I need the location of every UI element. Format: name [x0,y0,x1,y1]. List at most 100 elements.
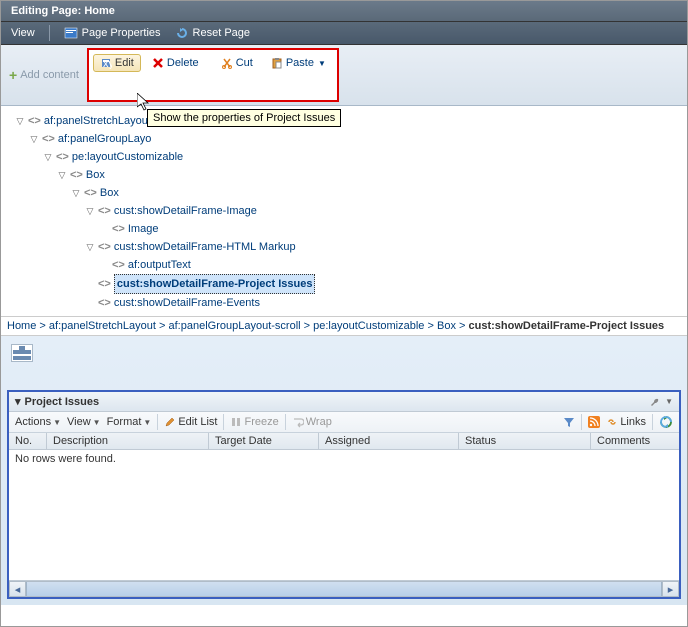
page-properties-button[interactable]: Page Properties [64,27,161,39]
refresh-icon[interactable] [659,415,673,429]
tag-icon: <> [98,238,111,256]
tree-node[interactable]: ▽<>Box [71,184,683,202]
tree-node-selected[interactable]: <>cust:showDetailFrame-Project Issues [85,274,683,294]
tree-node[interactable]: ▽<>af:panelGroupLayo [29,130,683,148]
separator [581,414,582,430]
paste-icon [271,57,283,69]
col-description[interactable]: Description [47,433,209,449]
wrap-button[interactable]: Wrap [292,416,332,428]
wrench-icon[interactable] [649,396,661,408]
reset-icon [175,27,189,39]
page-header: Editing Page: Home [1,1,687,22]
view-menu[interactable]: View [11,27,35,39]
tag-icon: <> [28,112,41,130]
horizontal-scrollbar[interactable]: ◂ ▸ [9,580,679,597]
edit-icon: xy [100,57,112,69]
expand-icon[interactable]: ▽ [71,184,81,202]
tag-icon: <> [84,184,97,202]
reset-page-button[interactable]: Reset Page [175,27,250,39]
expand-icon[interactable]: ▽ [85,238,95,256]
cut-icon [221,57,233,69]
properties-icon [64,27,78,39]
table-columns: No. Description Target Date Assigned Sta… [9,433,679,450]
separator [157,414,158,430]
link-icon [606,416,618,428]
paste-button[interactable]: Paste ▼ [264,54,333,72]
add-content-button[interactable]: + Add content [7,65,81,85]
breadcrumb-item[interactable]: af:panelGroupLayout-scroll [169,320,301,332]
col-no[interactable]: No. [9,433,47,449]
collapse-icon[interactable]: ▾ [15,395,21,408]
delete-icon [152,57,164,69]
actions-menu[interactable]: Actions▼ [15,416,61,428]
component-tree: ▽<>af:panelStretchLayout ▽<>af:panelGrou… [1,106,687,316]
tree-node[interactable]: ▽<>af:panelStretchLayout [15,112,683,130]
breadcrumb-item[interactable]: Box [437,320,456,332]
breadcrumb-item[interactable]: Home [7,320,36,332]
delete-button[interactable]: Delete [145,54,206,72]
tooltip: Show the properties of Project Issues [147,109,341,127]
tag-icon: <> [56,148,69,166]
expand-icon[interactable]: ▽ [29,130,39,148]
page-title: Editing Page: Home [11,5,115,17]
separator [223,414,224,430]
menubar: View Page Properties Reset Page [1,22,687,45]
freeze-icon [230,416,242,428]
tree-node[interactable]: ▽<>cust:showDetailFrame-HTML Markup [85,238,683,256]
plus-icon: + [9,67,17,83]
cut-button[interactable]: Cut [214,54,260,72]
tag-icon: <> [42,130,55,148]
structure-icon[interactable] [11,344,33,362]
separator [285,414,286,430]
expand-icon[interactable]: ▽ [85,202,95,220]
links-button[interactable]: Links [606,416,646,428]
edit-button[interactable]: xy Edit [93,54,141,72]
tree-node[interactable]: ▽<>Box [57,166,683,184]
project-issues-panel: ▾ Project Issues ▼ Actions▼ View▼ Format… [7,390,681,599]
pencil-icon [164,416,176,428]
dropdown-icon: ▼ [318,59,326,68]
separator [49,25,50,41]
col-comments[interactable]: Comments [591,433,679,449]
format-menu[interactable]: Format▼ [107,416,152,428]
svg-text:xy: xy [103,58,112,69]
expand-icon[interactable]: ▽ [57,166,67,184]
tree-node[interactable]: ▽<>cust:showDetailFrame-Image [85,202,683,220]
tag-icon: <> [112,220,125,238]
dropdown-icon[interactable]: ▼ [665,397,673,406]
main-toolbar: + Add content xy Edit Delete Cut Paste ▼… [1,45,687,106]
scroll-thumb[interactable] [26,582,662,596]
breadcrumb-current: cust:showDetailFrame-Project Issues [469,320,665,332]
col-status[interactable]: Status [459,433,591,449]
panel-toolbar: Actions▼ View▼ Format▼ Edit List Freeze … [9,412,679,433]
tag-icon: <> [70,166,83,184]
breadcrumb: Home > af:panelStretchLayout > af:panelG… [1,316,687,336]
scroll-left-button[interactable]: ◂ [9,581,26,597]
edit-toolbar: xy Edit Delete Cut Paste ▼ [87,48,339,102]
tag-icon: <> [98,275,111,293]
panel-title: Project Issues [25,396,100,408]
wrap-icon [292,416,304,428]
separator [652,414,653,430]
breadcrumb-item[interactable]: af:panelStretchLayout [49,320,156,332]
preview-area: ▾ Project Issues ▼ Actions▼ View▼ Format… [1,336,687,605]
col-target-date[interactable]: Target Date [209,433,319,449]
filter-icon[interactable] [563,416,575,428]
tree-node[interactable]: <>cust:showDetailFrame-Events [85,294,683,312]
tree-node[interactable]: <>Image [99,220,683,238]
tree-node[interactable]: <>af:outputText [99,256,683,274]
scroll-right-button[interactable]: ▸ [662,581,679,597]
expand-icon[interactable]: ▽ [15,112,25,130]
tag-icon: <> [112,256,125,274]
tag-icon: <> [98,294,111,312]
tree-node[interactable]: ▽<>pe:layoutCustomizable [43,148,683,166]
edit-list-button[interactable]: Edit List [164,416,217,428]
scroll-track[interactable] [26,581,662,597]
expand-icon[interactable]: ▽ [43,148,53,166]
breadcrumb-item[interactable]: pe:layoutCustomizable [313,320,424,332]
col-assigned[interactable]: Assigned [319,433,459,449]
freeze-button[interactable]: Freeze [230,416,278,428]
panel-header: ▾ Project Issues ▼ [9,392,679,412]
view-menu[interactable]: View▼ [67,416,101,428]
rss-icon[interactable] [588,416,600,428]
